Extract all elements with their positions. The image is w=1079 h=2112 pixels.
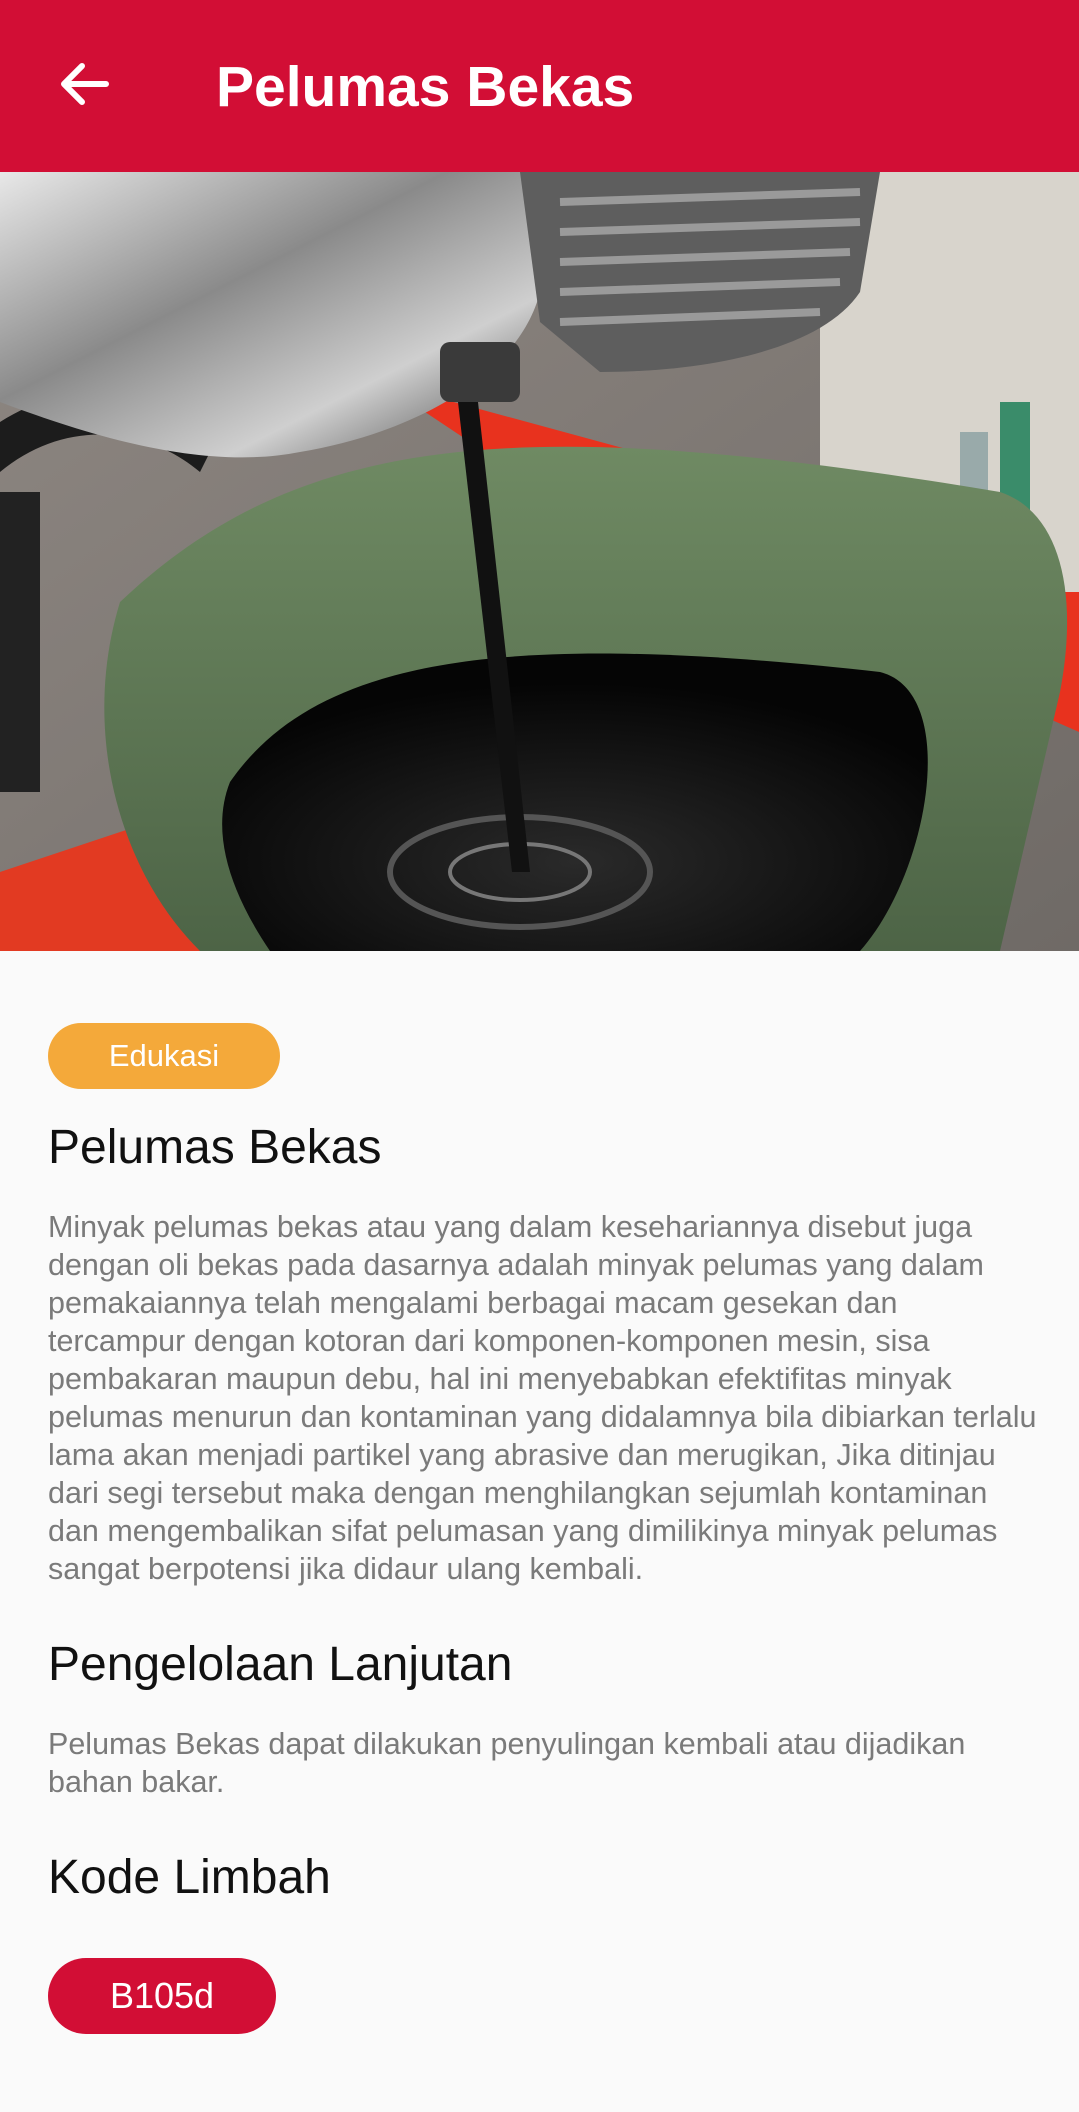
app-bar: Pelumas Bekas bbox=[0, 0, 1079, 172]
page-title: Pelumas Bekas bbox=[216, 55, 635, 119]
hero-image bbox=[0, 172, 1079, 951]
section-title-processing: Pengelolaan Lanjutan bbox=[48, 1638, 513, 1691]
section-text-processing: Pelumas Bekas dapat dilakukan penyulinga… bbox=[48, 1727, 966, 1799]
article-title: Pelumas Bekas bbox=[48, 1121, 382, 1174]
waste-code-badge: B105d bbox=[48, 1958, 276, 2034]
back-button[interactable] bbox=[44, 44, 124, 124]
section-title-waste-code: Kode Limbah bbox=[48, 1851, 331, 1904]
article-description: Minyak pelumas bekas atau yang dalam kes… bbox=[48, 1210, 1037, 1586]
category-chip: Edukasi bbox=[48, 1023, 280, 1089]
arrow-left-icon bbox=[61, 63, 109, 105]
